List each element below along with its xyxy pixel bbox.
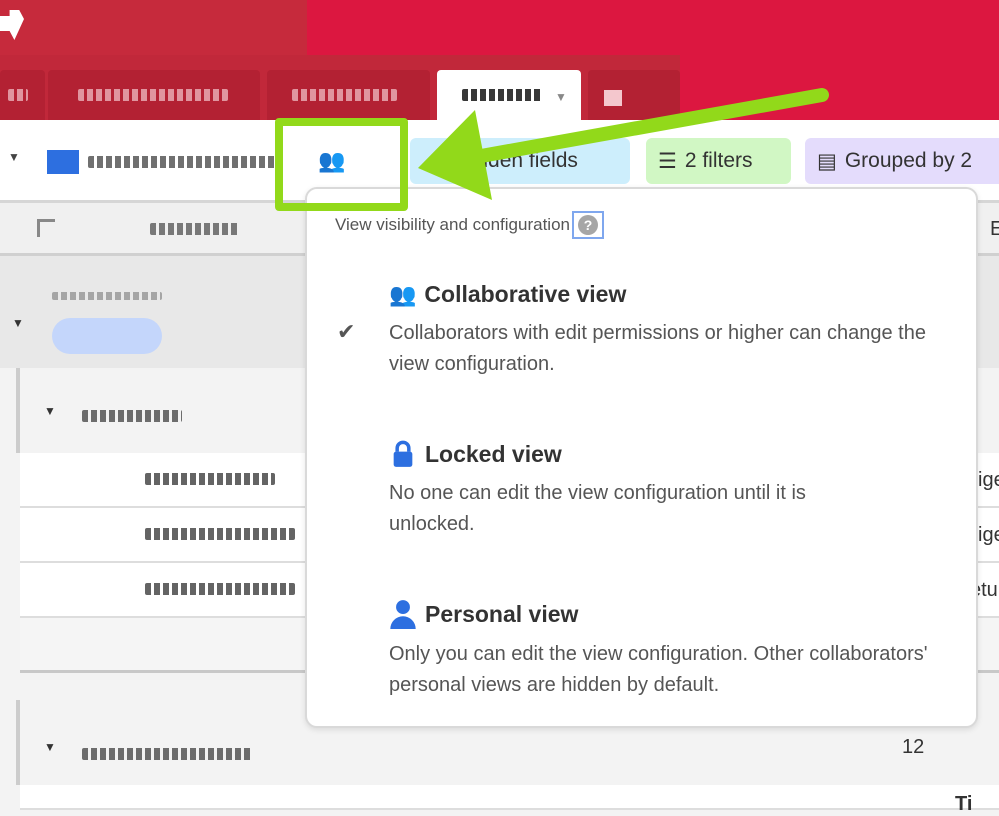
annotation-arrow <box>418 88 829 200</box>
